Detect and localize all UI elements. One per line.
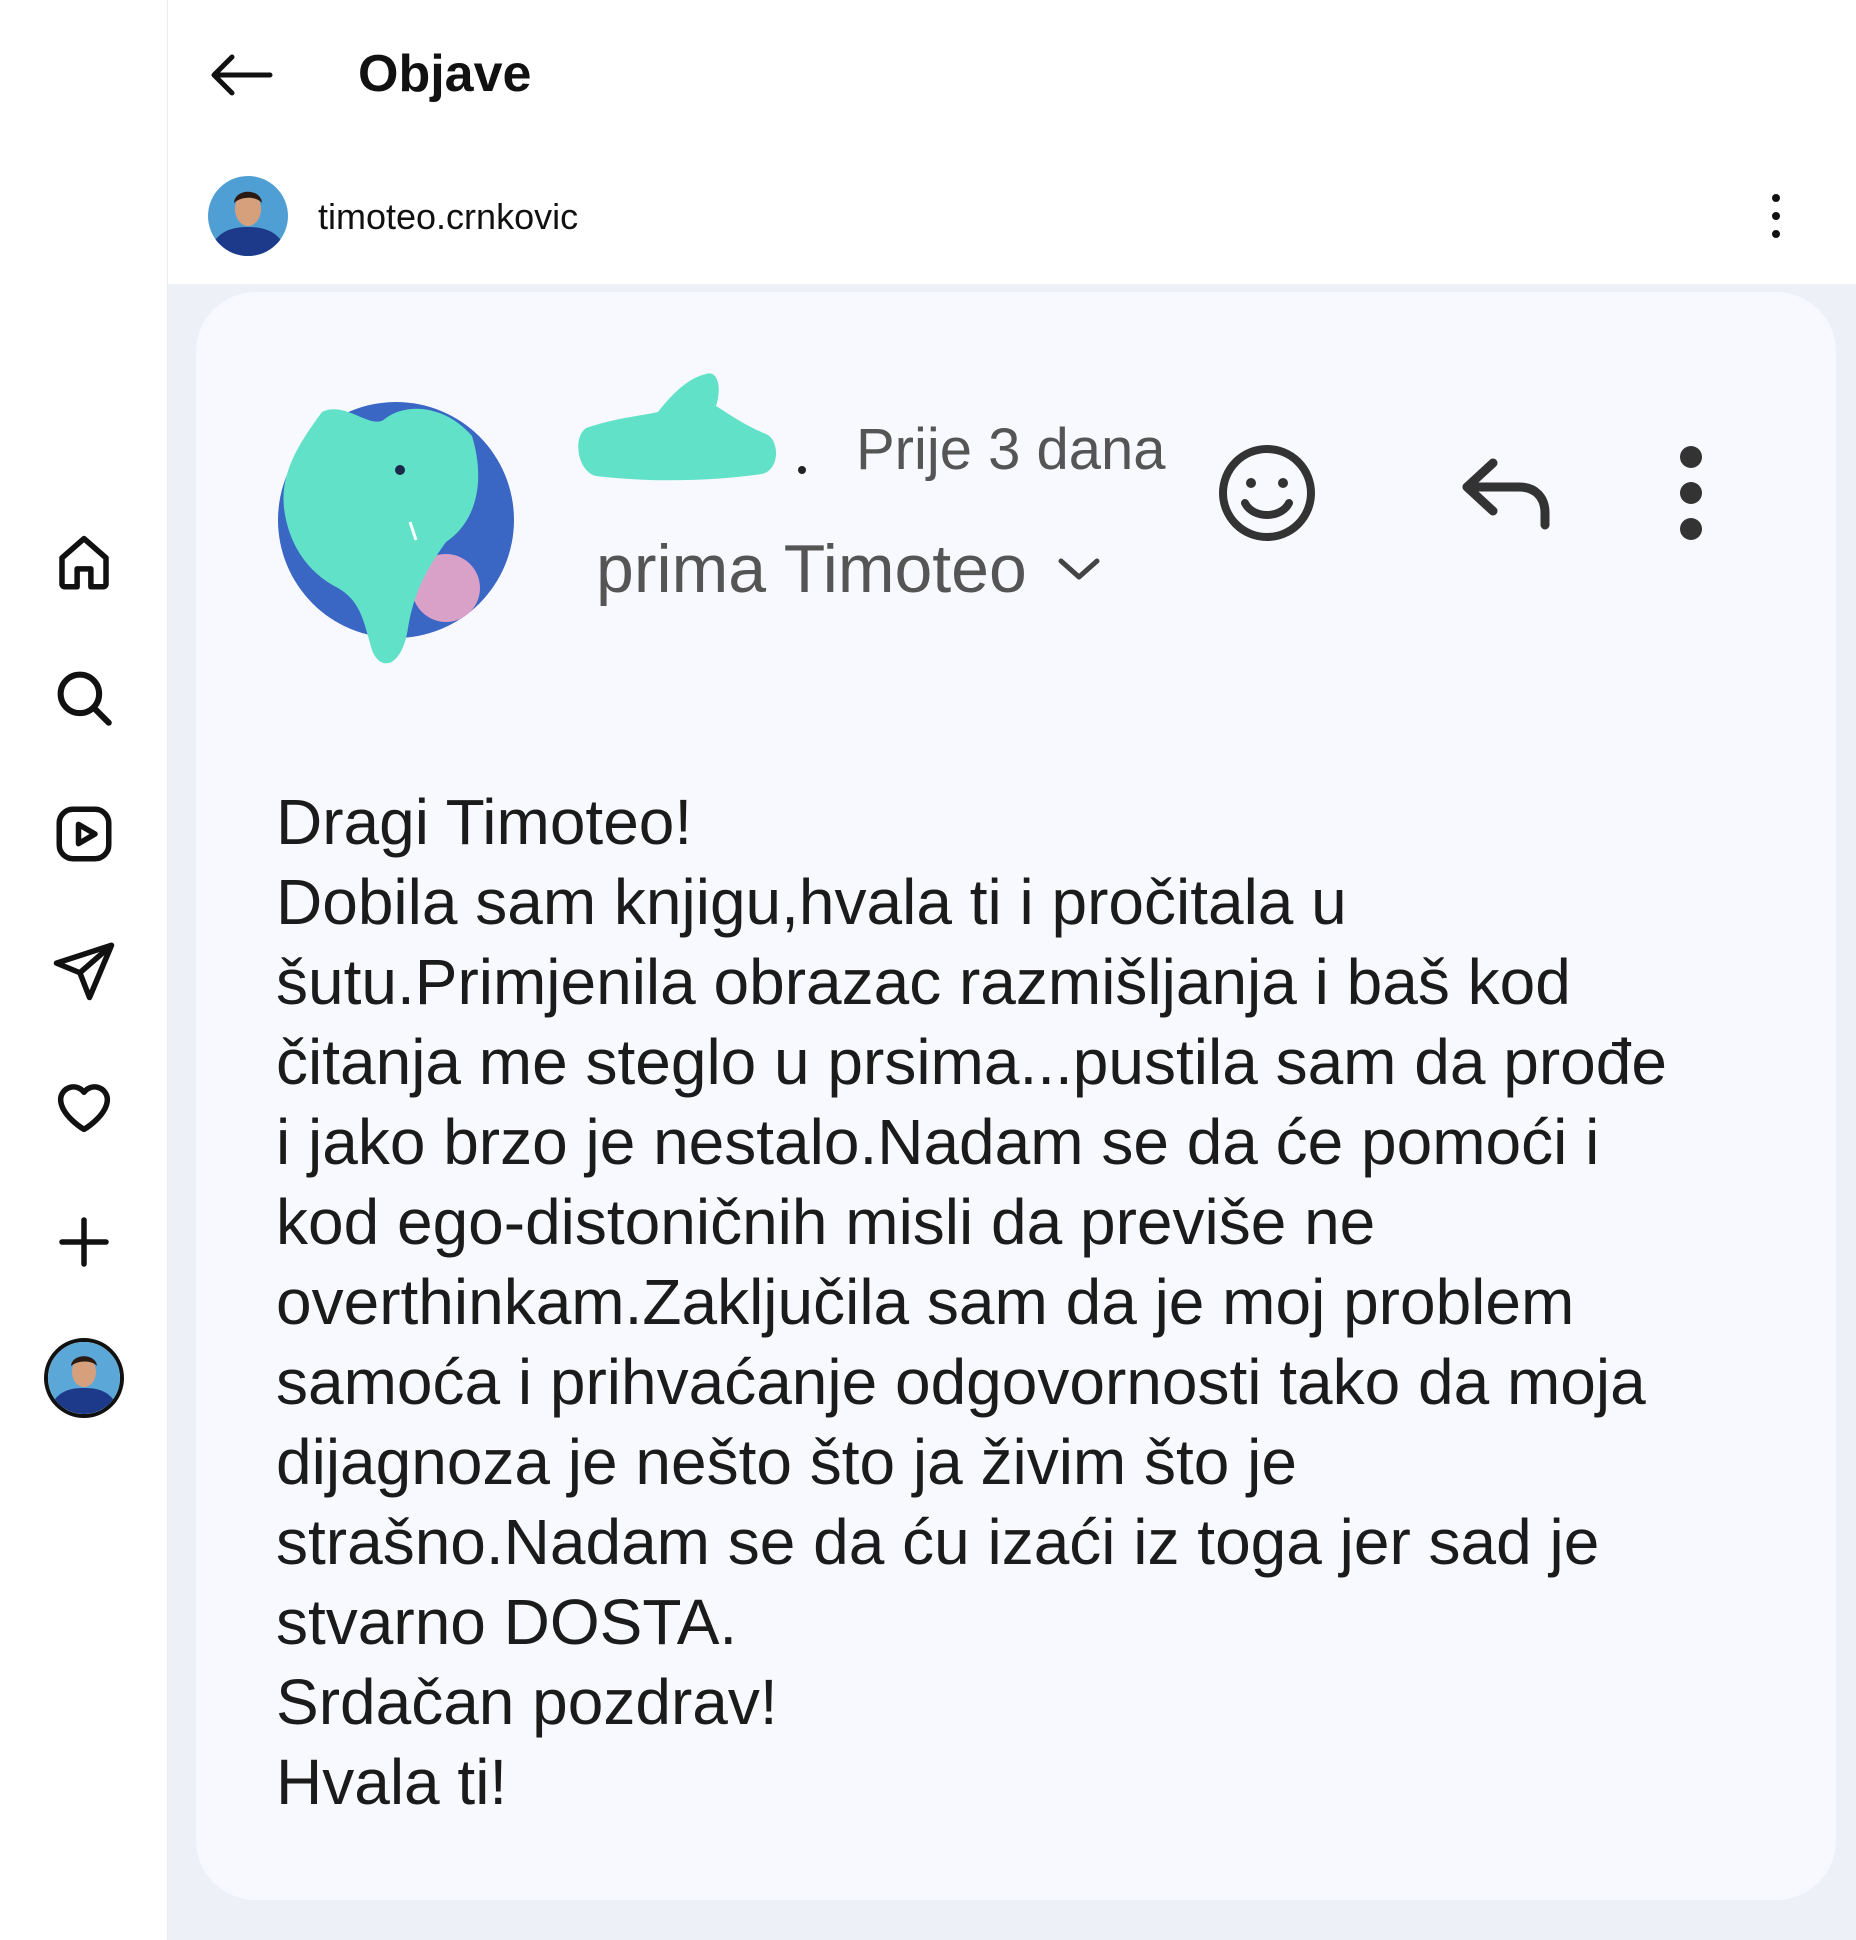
more-options-button[interactable] (1756, 186, 1796, 246)
smiley-icon (1219, 445, 1315, 541)
reels-icon (56, 806, 112, 862)
home-icon (59, 535, 109, 590)
emoji-reaction-button[interactable] (1212, 438, 1322, 548)
post-username[interactable]: timoteo.crnkovic (318, 196, 578, 238)
reply-button[interactable] (1452, 438, 1562, 548)
direct-button[interactable] (46, 932, 122, 1008)
more-vertical-icon (1680, 446, 1702, 540)
email-body-line: strašno.Nadam se da ću izaći iz toga jer… (276, 1506, 1600, 1578)
more-vertical-icon (1772, 194, 1780, 238)
direct-icon (53, 942, 115, 1001)
email-body-line: Hvala ti! (276, 1746, 508, 1818)
email-body-line: šutu.Primjenila obrazac razmišljanja i b… (276, 946, 1571, 1018)
post-header: timoteo.crnkovic (168, 160, 1856, 280)
email-timestamp: Prije 3 dana (856, 417, 1166, 482)
email-body-line: čitanja me steglo u prsima...pustila sam… (276, 1026, 1667, 1098)
email-body-line: dijagnoza je nešto što ja živim što je (276, 1426, 1297, 1498)
sender-avatar (276, 392, 516, 672)
email-body-line: samoća i prihvaćanje odgovornosti tako d… (276, 1346, 1646, 1418)
redacted-sender-name (578, 373, 806, 481)
recipient-toggle[interactable]: prima Timoteo (596, 530, 1101, 608)
home-button[interactable] (46, 524, 122, 600)
email-body-line: Dobila sam knjigu,hvala ti i pročitala u (276, 866, 1347, 938)
page-title: Objave (358, 45, 532, 103)
email-body-line: i jako brzo je nestalo.Nadam se da će po… (276, 1106, 1600, 1178)
avatar[interactable] (208, 176, 288, 256)
email-body-line: stvarno DOSTA. (276, 1586, 738, 1658)
reels-button[interactable] (46, 796, 122, 872)
chevron-down-icon (1058, 558, 1100, 580)
email-body-line: overthinkam.Zaključila sam da je moj pro… (276, 1266, 1575, 1338)
email-card: Prije 3 dana prima Timoteo Dragi Timoteo… (196, 292, 1836, 1900)
sender-info: Prije 3 dana (576, 372, 1216, 482)
email-body: Dragi Timoteo! Dobila sam knjigu,hvala t… (276, 782, 1796, 1822)
heart-icon (57, 1084, 111, 1133)
recipient-label: prima Timoteo (596, 531, 1027, 607)
search-button[interactable] (46, 660, 122, 736)
page-header: Objave (168, 0, 1856, 150)
arrow-left-icon (211, 54, 273, 96)
email-body-line: Dragi Timoteo! (276, 786, 693, 858)
notifications-button[interactable] (46, 1068, 122, 1144)
create-icon (59, 1217, 109, 1267)
reply-icon (1462, 458, 1550, 530)
profile-avatar[interactable] (44, 1338, 124, 1418)
email-body-line: kod ego-distoničnih misli da previše ne (276, 1186, 1376, 1258)
search-icon (57, 671, 112, 726)
post-image: Prije 3 dana prima Timoteo Dragi Timoteo… (168, 284, 1856, 1940)
create-button[interactable] (46, 1204, 122, 1280)
back-button[interactable] (208, 40, 288, 110)
email-more-button[interactable] (1636, 438, 1746, 548)
side-nav (0, 0, 168, 1940)
email-body-line: Srdačan pozdrav! (276, 1666, 778, 1738)
